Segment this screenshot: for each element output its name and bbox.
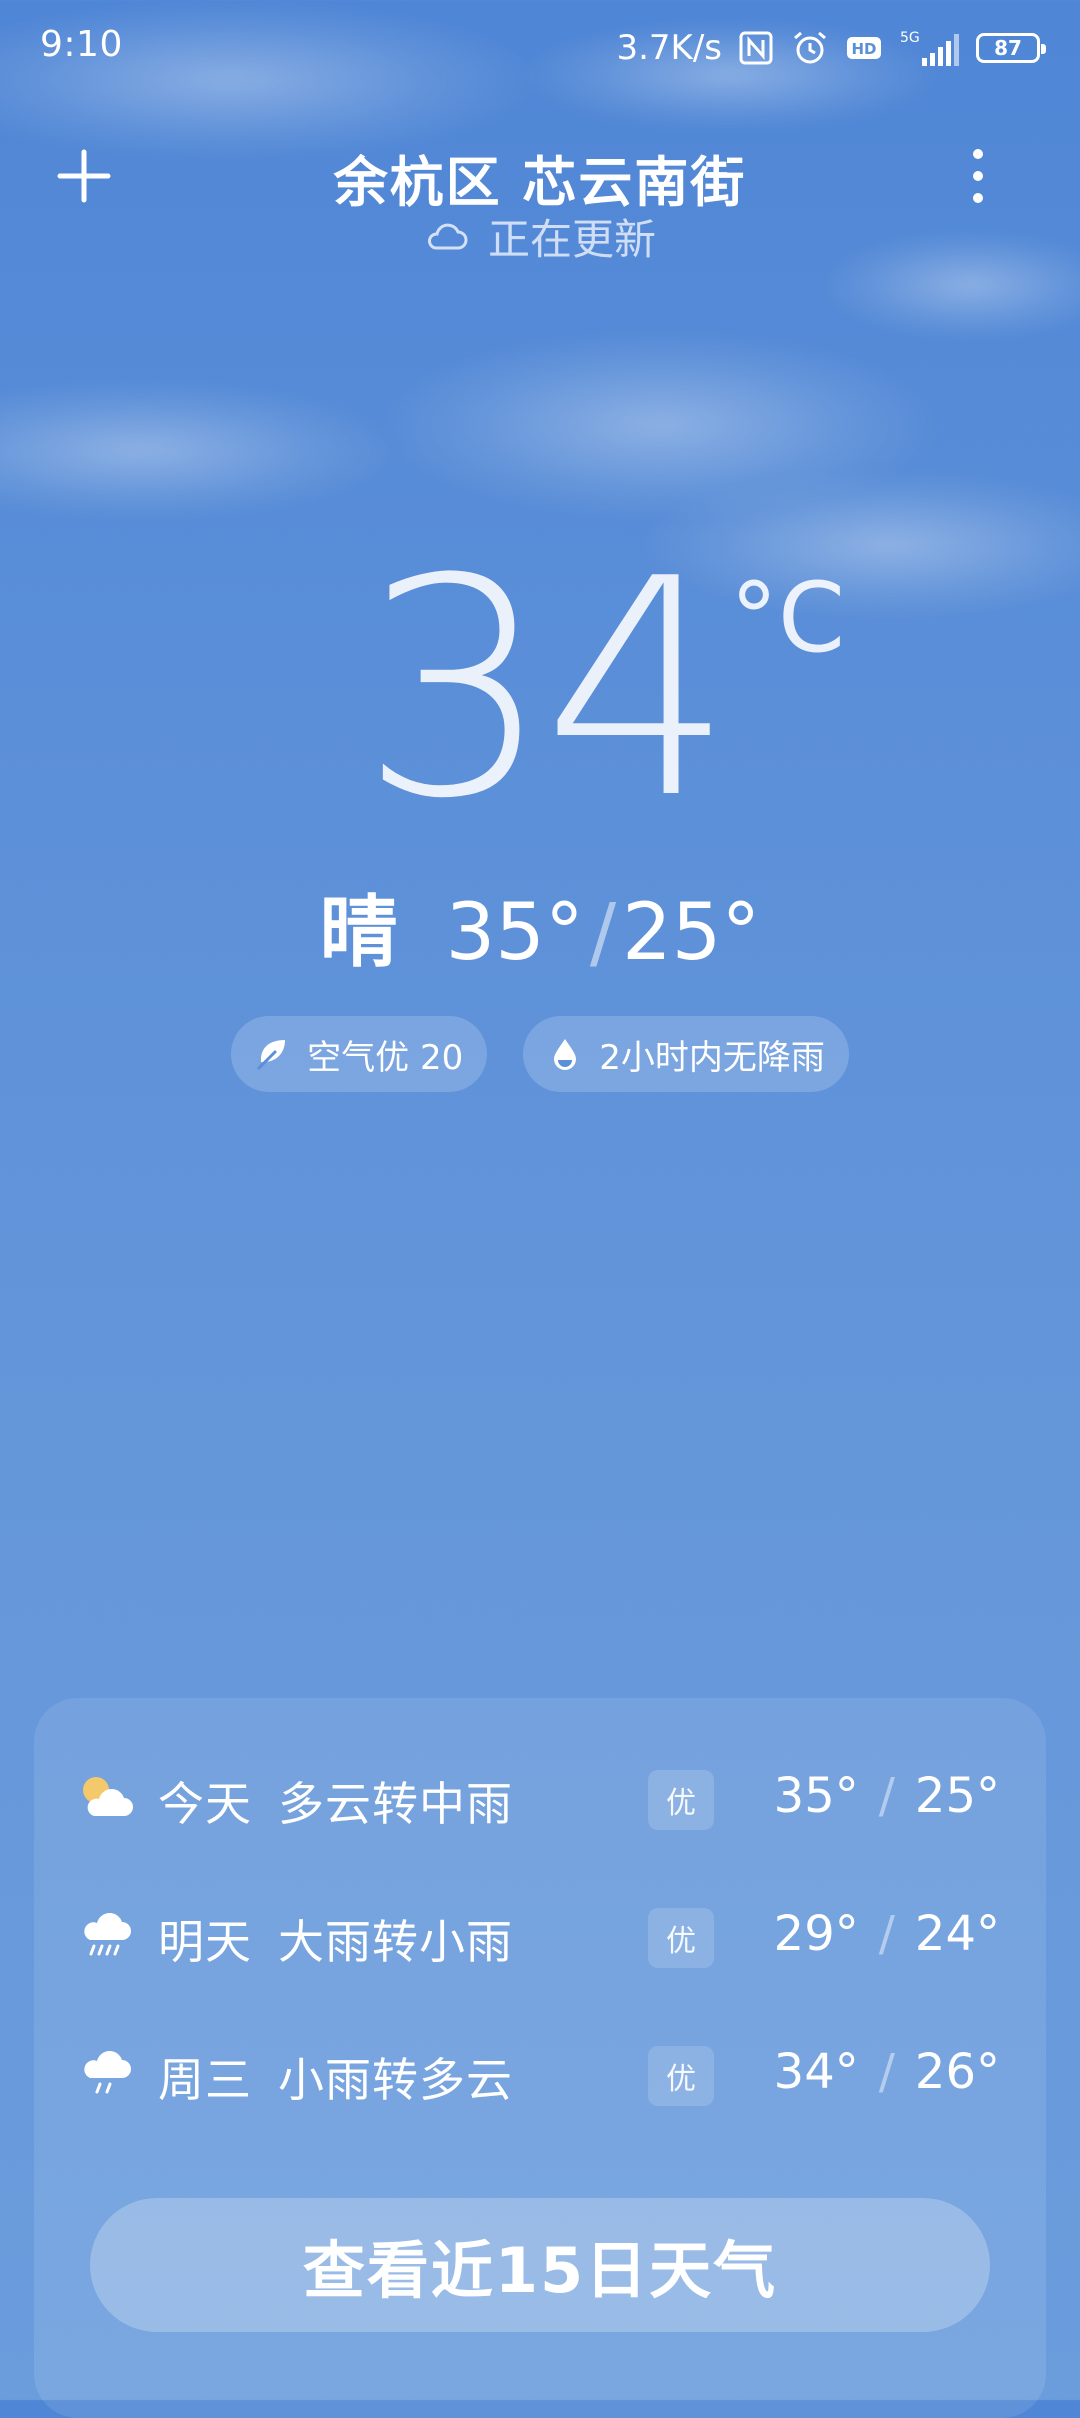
- forecast-day: 今天: [158, 1777, 252, 1831]
- forecast-low: 25°: [914, 1768, 1000, 1824]
- leaf-icon: [257, 1040, 286, 1070]
- forecast-label: 今天 多云转中雨: [158, 1768, 513, 1834]
- nfc-icon: [739, 31, 773, 65]
- update-status: 正在更新: [0, 206, 1080, 267]
- status-time: 9:10: [40, 24, 123, 65]
- rain-forecast-chip[interactable]: 2小时内无降雨: [523, 1016, 849, 1092]
- view-15-day-button[interactable]: 查看近15日天气: [90, 2198, 990, 2332]
- light-rain-icon: [84, 2051, 131, 2094]
- air-quality-text: 空气优 20: [307, 1037, 464, 1078]
- svg-text:5G: 5G: [900, 30, 920, 46]
- air-quality-chip[interactable]: 空气优 20: [231, 1016, 488, 1092]
- forecast-high: 29°: [773, 1906, 859, 1962]
- forecast-temps: 29° / 24°: [774, 1906, 1000, 1962]
- hd-call-icon: HD: [847, 37, 881, 59]
- forecast-high: 35°: [773, 1768, 859, 1824]
- partly-cloudy-icon: [83, 1777, 133, 1816]
- status-bar: 9:10 3.7K/s HD 5G 87: [0, 0, 1080, 96]
- update-status-text: 正在更新: [487, 215, 656, 264]
- info-chips: 空气优 20 2小时内无降雨: [0, 1016, 1080, 1092]
- forecast-label: 周三 小雨转多云: [158, 2044, 513, 2110]
- raindrop-icon: [554, 1039, 577, 1070]
- aqi-badge: 优: [648, 2046, 714, 2106]
- forecast-high: 34°: [773, 2044, 859, 2100]
- separator: /: [878, 1768, 895, 1824]
- more-options-button[interactable]: [958, 146, 998, 206]
- rain-forecast-text: 2小时内无降雨: [599, 1037, 825, 1078]
- forecast-low: 26°: [914, 2044, 1000, 2100]
- battery-level: 87: [994, 36, 1022, 60]
- forecast-day: 周三: [158, 2053, 252, 2107]
- separator: /: [878, 1906, 895, 1962]
- cloud-icon: [427, 223, 468, 249]
- forecast-condition: 小雨转多云: [278, 2053, 513, 2107]
- svg-text:HD: HD: [851, 40, 876, 58]
- separator: /: [878, 2044, 895, 2100]
- forecast-row-tomorrow[interactable]: 明天 大雨转小雨 优 29° / 24°: [34, 1888, 1046, 1988]
- forecast-row-today[interactable]: 今天 多云转中雨 优 35° / 25°: [34, 1750, 1046, 1850]
- temperature-unit: °C: [730, 562, 846, 674]
- today-high: 35°: [445, 888, 584, 978]
- current-condition-row: 晴 35° / 25°: [0, 870, 1080, 982]
- forecast-temps: 34° / 26°: [774, 2044, 1000, 2100]
- forecast-label: 明天 大雨转小雨: [158, 1906, 513, 1972]
- current-condition: 晴: [319, 888, 398, 978]
- forecast-low: 24°: [914, 1906, 1000, 1962]
- forecast-row-wednesday[interactable]: 周三 小雨转多云 优 34° / 26°: [34, 2026, 1046, 2126]
- today-low: 25°: [622, 888, 761, 978]
- forecast-temps: 35° / 25°: [774, 1768, 1000, 1824]
- forecast-condition: 大雨转小雨: [278, 1915, 513, 1969]
- aqi-badge: 优: [648, 1908, 714, 1968]
- separator: /: [589, 888, 617, 978]
- current-temperature: 34: [360, 515, 734, 864]
- battery-indicator: 87: [976, 33, 1046, 63]
- status-icons: 3.7K/s HD 5G 87: [616, 22, 1046, 74]
- forecast-condition: 多云转中雨: [278, 1777, 513, 1831]
- alarm-icon: [794, 31, 826, 64]
- forecast-day: 明天: [158, 1915, 252, 1969]
- heavy-rain-icon: [84, 1913, 131, 1956]
- forecast-card: 今天 多云转中雨 优 35° / 25° 明天 大雨转小雨 优 29° / 24° …: [34, 1698, 1046, 2418]
- aqi-badge: 优: [648, 1770, 714, 1830]
- signal-5g-icon: 5G: [900, 30, 959, 66]
- today-high-low: 35° / 25°: [446, 888, 761, 978]
- network-speed: 3.7K/s: [616, 28, 722, 68]
